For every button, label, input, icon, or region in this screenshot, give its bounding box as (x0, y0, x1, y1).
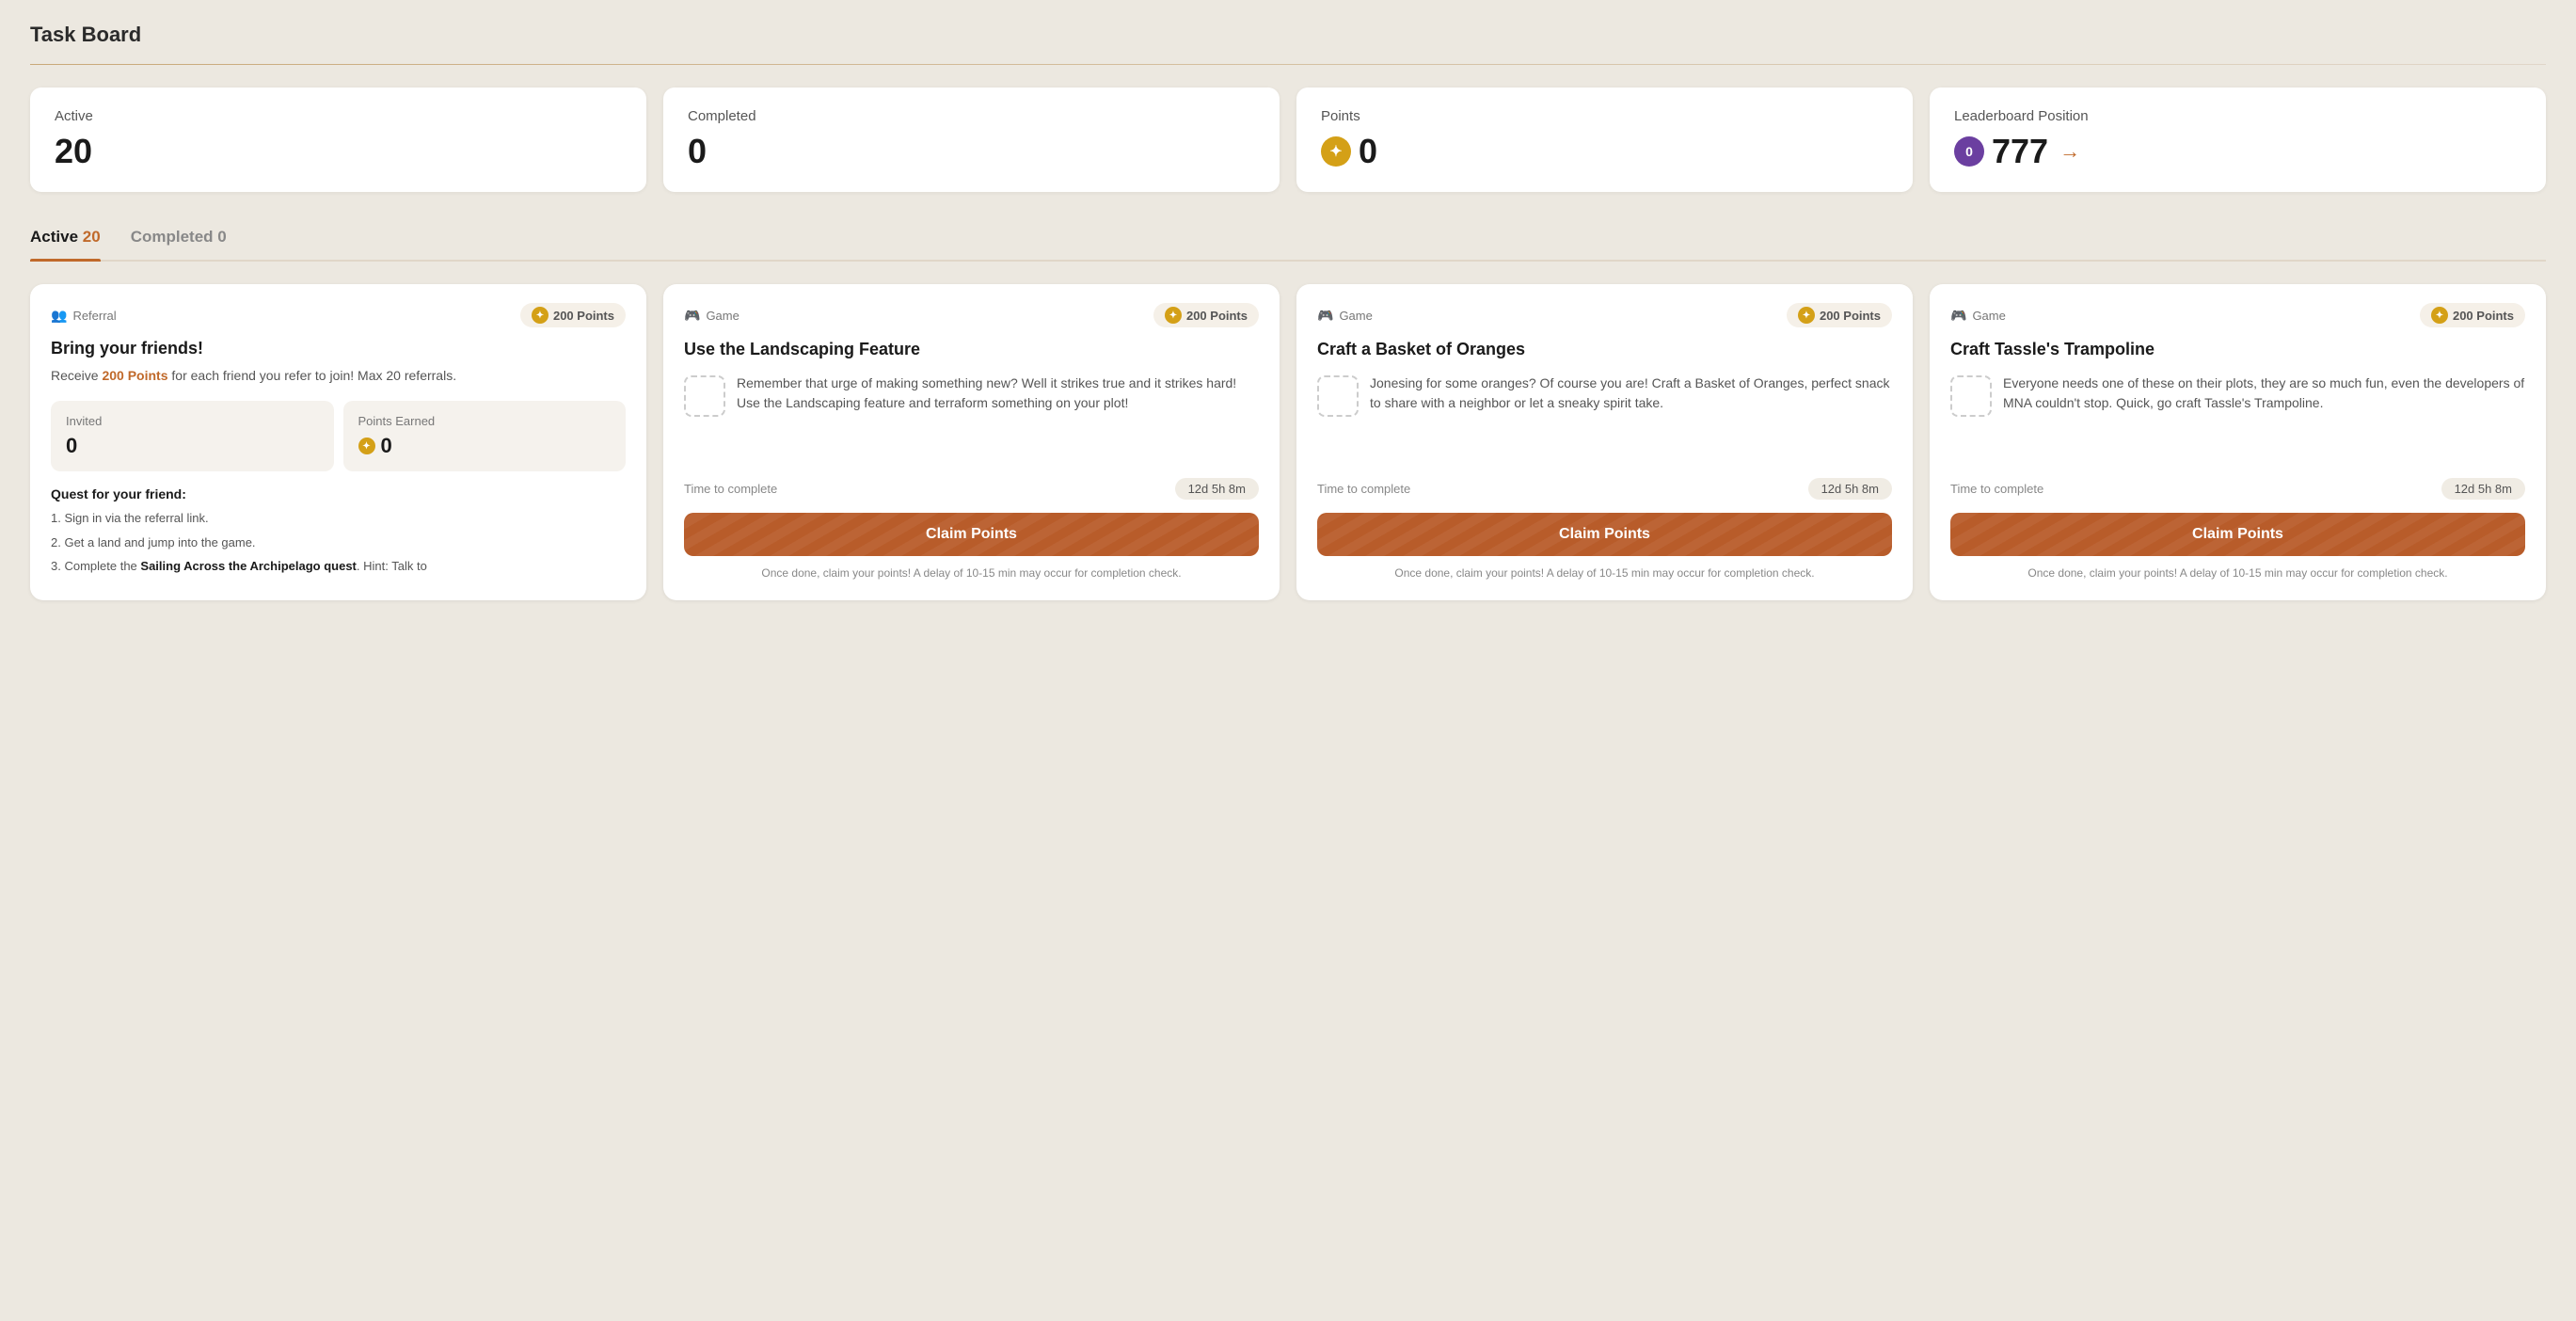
quest-section: Quest for your friend: Sign in via the r… (51, 486, 626, 581)
card-header-landscaping: 🎮 Game ✦ 200 Points (684, 303, 1259, 327)
card-points-badge-trampoline: ✦ 200 Points (2420, 303, 2525, 327)
time-badge-oranges: 12d 5h 8m (1808, 478, 1892, 500)
top-divider (30, 64, 2546, 65)
card-header-oranges: 🎮 Game ✦ 200 Points (1317, 303, 1892, 327)
task-card-referral: 👥 Referral ✦ 200 Points Bring your frien… (30, 284, 646, 600)
card-placeholder-icon-trampoline (1950, 375, 1992, 417)
card-type-referral: 👥 Referral (51, 308, 117, 324)
card-title-oranges: Craft a Basket of Oranges (1317, 339, 1892, 360)
card-type-trampoline: 🎮 Game (1950, 308, 2006, 324)
points-icon-sm-landscaping: ✦ (1165, 307, 1182, 324)
time-label-trampoline: Time to complete (1950, 482, 2043, 496)
claim-note-oranges: Once done, claim your points! A delay of… (1317, 565, 1892, 581)
points-icon: ✦ (1321, 136, 1351, 167)
referral-points-earned-box: Points Earned ✦ 0 (343, 401, 627, 471)
stat-value-active: 20 (55, 132, 622, 171)
points-earned-value: ✦ 0 (358, 434, 612, 458)
card-time-row-oranges: Time to complete 12d 5h 8m (1317, 478, 1892, 500)
referral-subtitle: Receive 200 Points for each friend you r… (51, 366, 626, 386)
points-icon-sm-oranges: ✦ (1798, 307, 1815, 324)
card-description-landscaping: Remember that urge of making something n… (737, 374, 1259, 413)
points-earned-label: Points Earned (358, 414, 612, 428)
stat-card-completed: Completed 0 (663, 88, 1280, 192)
quest-step-2: Get a land and jump into the game. (51, 533, 626, 552)
referral-invited-box: Invited 0 (51, 401, 334, 471)
time-label-landscaping: Time to complete (684, 482, 777, 496)
game-icon-landscaping: 🎮 (684, 308, 700, 324)
invited-label: Invited (66, 414, 319, 428)
cards-grid: 👥 Referral ✦ 200 Points Bring your frien… (30, 284, 2546, 600)
card-body-oranges: Jonesing for some oranges? Of course you… (1317, 374, 1892, 417)
game-icon-trampoline: 🎮 (1950, 308, 1966, 324)
stat-value-completed: 0 (688, 132, 1255, 171)
claim-note-trampoline: Once done, claim your points! A delay of… (1950, 565, 2525, 581)
stat-card-points: Points ✦ 0 (1296, 88, 1913, 192)
card-placeholder-icon-oranges (1317, 375, 1359, 417)
stat-label-points: Points (1321, 108, 1888, 124)
card-type-landscaping: 🎮 Game (684, 308, 739, 324)
tab-completed[interactable]: Completed 0 (131, 218, 227, 260)
card-points-badge-oranges: ✦ 200 Points (1787, 303, 1892, 327)
points-earned-icon: ✦ (358, 438, 375, 454)
referral-title: Bring your friends! (51, 339, 626, 358)
referral-type-icon: 👥 (51, 308, 67, 324)
quest-step-1: Sign in via the referral link. (51, 509, 626, 528)
invited-value: 0 (66, 434, 319, 458)
leaderboard-arrow-icon[interactable]: → (2059, 139, 2080, 164)
leaderboard-badge: 0 (1954, 136, 1984, 167)
card-title-landscaping: Use the Landscaping Feature (684, 339, 1259, 360)
tab-active[interactable]: Active 20 (30, 218, 101, 260)
time-badge-landscaping: 12d 5h 8m (1175, 478, 1259, 500)
card-body-landscaping: Remember that urge of making something n… (684, 374, 1259, 417)
claim-note-landscaping: Once done, claim your points! A delay of… (684, 565, 1259, 581)
card-type-oranges: 🎮 Game (1317, 308, 1373, 324)
time-label-oranges: Time to complete (1317, 482, 1410, 496)
quest-step-3: Complete the Sailing Across the Archipel… (51, 557, 626, 576)
claim-button-trampoline[interactable]: Claim Points (1950, 513, 2525, 556)
stat-label-completed: Completed (688, 108, 1255, 124)
stat-label-leaderboard: Leaderboard Position (1954, 108, 2521, 124)
card-title-trampoline: Craft Tassle's Trampoline (1950, 339, 2525, 360)
card-header-referral: 👥 Referral ✦ 200 Points (51, 303, 626, 327)
stat-card-leaderboard: Leaderboard Position 0 777 → (1930, 88, 2546, 192)
referral-stats: Invited 0 Points Earned ✦ 0 (51, 401, 626, 471)
card-points-badge-referral: ✦ 200 Points (520, 303, 626, 327)
card-body-trampoline: Everyone needs one of these on their plo… (1950, 374, 2525, 417)
quest-title: Quest for your friend: (51, 486, 626, 501)
task-card-oranges: 🎮 Game ✦ 200 Points Craft a Basket of Or… (1296, 284, 1913, 600)
claim-button-oranges[interactable]: Claim Points (1317, 513, 1892, 556)
task-card-trampoline: 🎮 Game ✦ 200 Points Craft Tassle's Tramp… (1930, 284, 2546, 600)
points-icon-sm-trampoline: ✦ (2431, 307, 2448, 324)
card-time-row-trampoline: Time to complete 12d 5h 8m (1950, 478, 2525, 500)
card-time-row-landscaping: Time to complete 12d 5h 8m (684, 478, 1259, 500)
stat-label-active: Active (55, 108, 622, 124)
task-card-landscaping: 🎮 Game ✦ 200 Points Use the Landscaping … (663, 284, 1280, 600)
card-description-trampoline: Everyone needs one of these on their plo… (2003, 374, 2525, 413)
tabs-row: Active 20 Completed 0 (30, 218, 2546, 262)
stat-value-leaderboard: 0 777 → (1954, 132, 2521, 171)
card-description-oranges: Jonesing for some oranges? Of course you… (1370, 374, 1892, 413)
card-placeholder-icon-landscaping (684, 375, 725, 417)
stats-row: Active 20 Completed 0 Points ✦ 0 Leaderb… (30, 88, 2546, 192)
stat-card-active: Active 20 (30, 88, 646, 192)
card-points-badge-landscaping: ✦ 200 Points (1153, 303, 1259, 327)
stat-value-points: ✦ 0 (1321, 132, 1888, 171)
claim-button-landscaping[interactable]: Claim Points (684, 513, 1259, 556)
time-badge-trampoline: 12d 5h 8m (2441, 478, 2525, 500)
page-title: Task Board (30, 23, 2546, 47)
quest-list: Sign in via the referral link. Get a lan… (51, 509, 626, 576)
points-icon-sm-referral: ✦ (532, 307, 549, 324)
game-icon-oranges: 🎮 (1317, 308, 1333, 324)
card-header-trampoline: 🎮 Game ✦ 200 Points (1950, 303, 2525, 327)
